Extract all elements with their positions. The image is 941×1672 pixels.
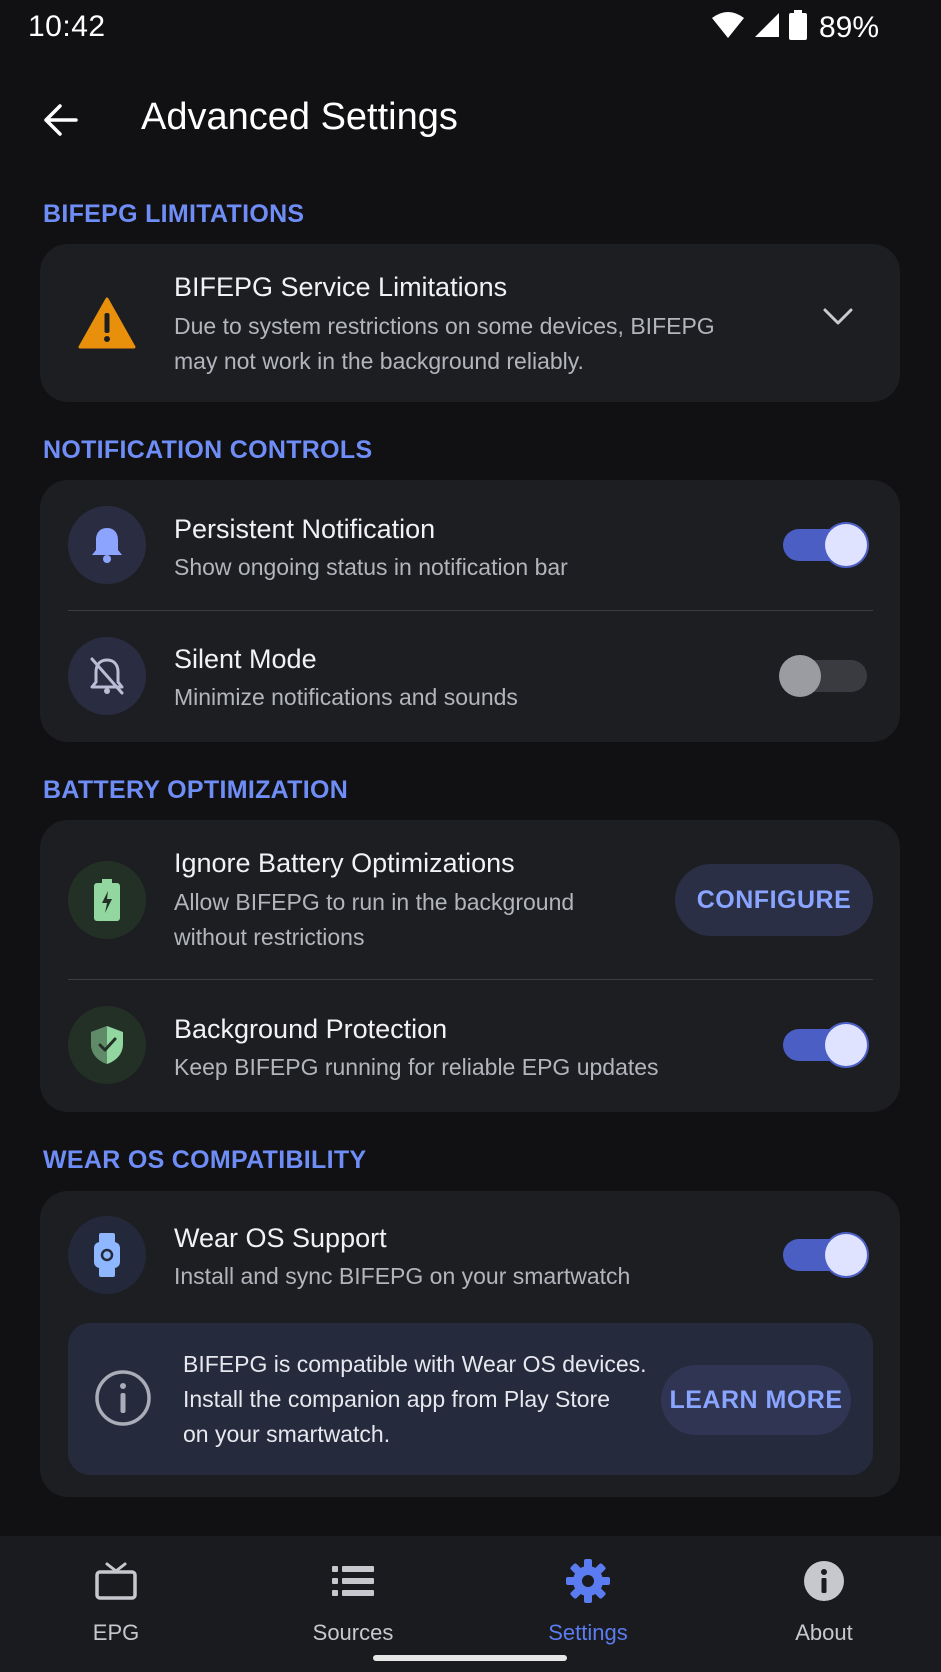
nav-label-settings: Settings xyxy=(548,1620,628,1645)
wear-os-support-row[interactable]: Wear OS Support Install and sync BIFEPG … xyxy=(40,1191,900,1321)
wear-os-card: Wear OS Support Install and sync BIFEPG … xyxy=(40,1191,900,1497)
section-header-notifications: NOTIFICATION CONTROLS xyxy=(43,436,373,464)
chevron-down-icon[interactable] xyxy=(822,306,854,333)
status-bar: 10:42 89% xyxy=(0,0,941,56)
home-indicator[interactable] xyxy=(373,1655,567,1661)
signal-icon xyxy=(753,11,781,44)
limitations-card[interactable]: BIFEPG Service Limitations Due to system… xyxy=(40,244,900,402)
section-header-limitations: BIFEPG LIMITATIONS xyxy=(43,200,305,228)
background-protection-title: Background Protection xyxy=(174,1014,448,1044)
info-icon xyxy=(803,1556,845,1606)
status-time: 10:42 xyxy=(28,10,106,43)
silent-mode-title: Silent Mode xyxy=(174,644,317,674)
gear-icon xyxy=(566,1556,610,1606)
battery-icon xyxy=(68,861,146,939)
bell-off-icon xyxy=(68,637,146,715)
section-header-battery: BATTERY OPTIMIZATION xyxy=(43,776,349,804)
watch-icon xyxy=(68,1216,146,1294)
silent-mode-subtitle: Minimize notifications and sounds xyxy=(174,684,518,710)
arrow-back-icon xyxy=(42,102,78,143)
wear-os-info-text: BIFEPG is compatible with Wear OS device… xyxy=(183,1347,663,1452)
background-protection-toggle[interactable] xyxy=(779,1020,869,1070)
page-title: Advanced Settings xyxy=(141,96,458,138)
persistent-notification-toggle[interactable] xyxy=(779,520,869,570)
battery-percentage: 89% xyxy=(818,10,879,44)
ignore-battery-subtitle-line1: Allow BIFEPG to run in the background xyxy=(174,889,575,915)
wear-os-info-line3: on your smartwatch. xyxy=(183,1421,391,1447)
background-protection-subtitle: Keep BIFEPG running for reliable EPG upd… xyxy=(174,1054,659,1080)
list-icon xyxy=(332,1556,374,1606)
configure-button[interactable]: CONFIGURE xyxy=(675,864,873,936)
limitations-row[interactable]: BIFEPG Service Limitations Due to system… xyxy=(40,244,900,402)
ignore-battery-subtitle-line2: without restrictions xyxy=(174,924,365,950)
nav-item-settings[interactable]: Settings xyxy=(498,1536,678,1656)
tv-icon xyxy=(95,1556,137,1606)
learn-more-button[interactable]: LEARN MORE xyxy=(661,1365,851,1435)
warning-icon xyxy=(68,284,146,362)
ignore-battery-title: Ignore Battery Optimizations xyxy=(174,848,515,878)
status-icons: 89% xyxy=(711,10,879,45)
nav-label-epg: EPG xyxy=(92,1620,140,1645)
wear-os-info-box: BIFEPG is compatible with Wear OS device… xyxy=(68,1323,873,1475)
wear-os-support-subtitle: Install and sync BIFEPG on your smartwat… xyxy=(174,1263,631,1289)
nav-item-sources[interactable]: Sources xyxy=(263,1536,443,1656)
silent-mode-row[interactable]: Silent Mode Minimize notifications and s… xyxy=(40,611,900,742)
limitations-subtitle-line1: Due to system restrictions on some devic… xyxy=(174,313,715,339)
background-protection-row[interactable]: Background Protection Keep BIFEPG runnin… xyxy=(40,980,900,1112)
info-icon xyxy=(94,1369,152,1432)
wear-os-info-line1: BIFEPG is compatible with Wear OS device… xyxy=(183,1351,647,1377)
battery-card: Ignore Battery Optimizations Allow BIFEP… xyxy=(40,820,900,1112)
bottom-navigation: EPG Sources Settings About xyxy=(0,1536,941,1672)
nav-item-epg[interactable]: EPG xyxy=(26,1536,206,1656)
nav-label-sources: Sources xyxy=(312,1620,394,1645)
silent-mode-toggle[interactable] xyxy=(779,651,869,701)
ignore-battery-row[interactable]: Ignore Battery Optimizations Allow BIFEP… xyxy=(40,820,900,979)
section-header-wear-os: WEAR OS COMPATIBILITY xyxy=(43,1146,367,1174)
wifi-icon xyxy=(711,11,745,44)
nav-label-about: About xyxy=(795,1620,853,1645)
wear-os-info-line2: Install the companion app from Play Stor… xyxy=(183,1386,611,1412)
wear-os-support-title: Wear OS Support xyxy=(174,1223,387,1253)
battery-status-icon xyxy=(788,10,807,45)
app-bar: Advanced Settings xyxy=(0,78,941,160)
persistent-notification-title: Persistent Notification xyxy=(174,514,436,544)
shield-icon xyxy=(68,1006,146,1084)
limitations-title: BIFEPG Service Limitations xyxy=(174,272,508,302)
back-button[interactable] xyxy=(30,92,90,152)
screen: 10:42 89% Advanced Settings BIFEPG LIMIT… xyxy=(0,0,941,1672)
nav-item-about[interactable]: About xyxy=(734,1536,914,1656)
limitations-subtitle-line2: may not work in the background reliably. xyxy=(174,348,584,374)
wear-os-support-toggle[interactable] xyxy=(779,1230,869,1280)
notifications-card: Persistent Notification Show ongoing sta… xyxy=(40,480,900,742)
persistent-notification-row[interactable]: Persistent Notification Show ongoing sta… xyxy=(40,480,900,610)
persistent-notification-subtitle: Show ongoing status in notification bar xyxy=(174,554,568,580)
bell-icon xyxy=(68,506,146,584)
